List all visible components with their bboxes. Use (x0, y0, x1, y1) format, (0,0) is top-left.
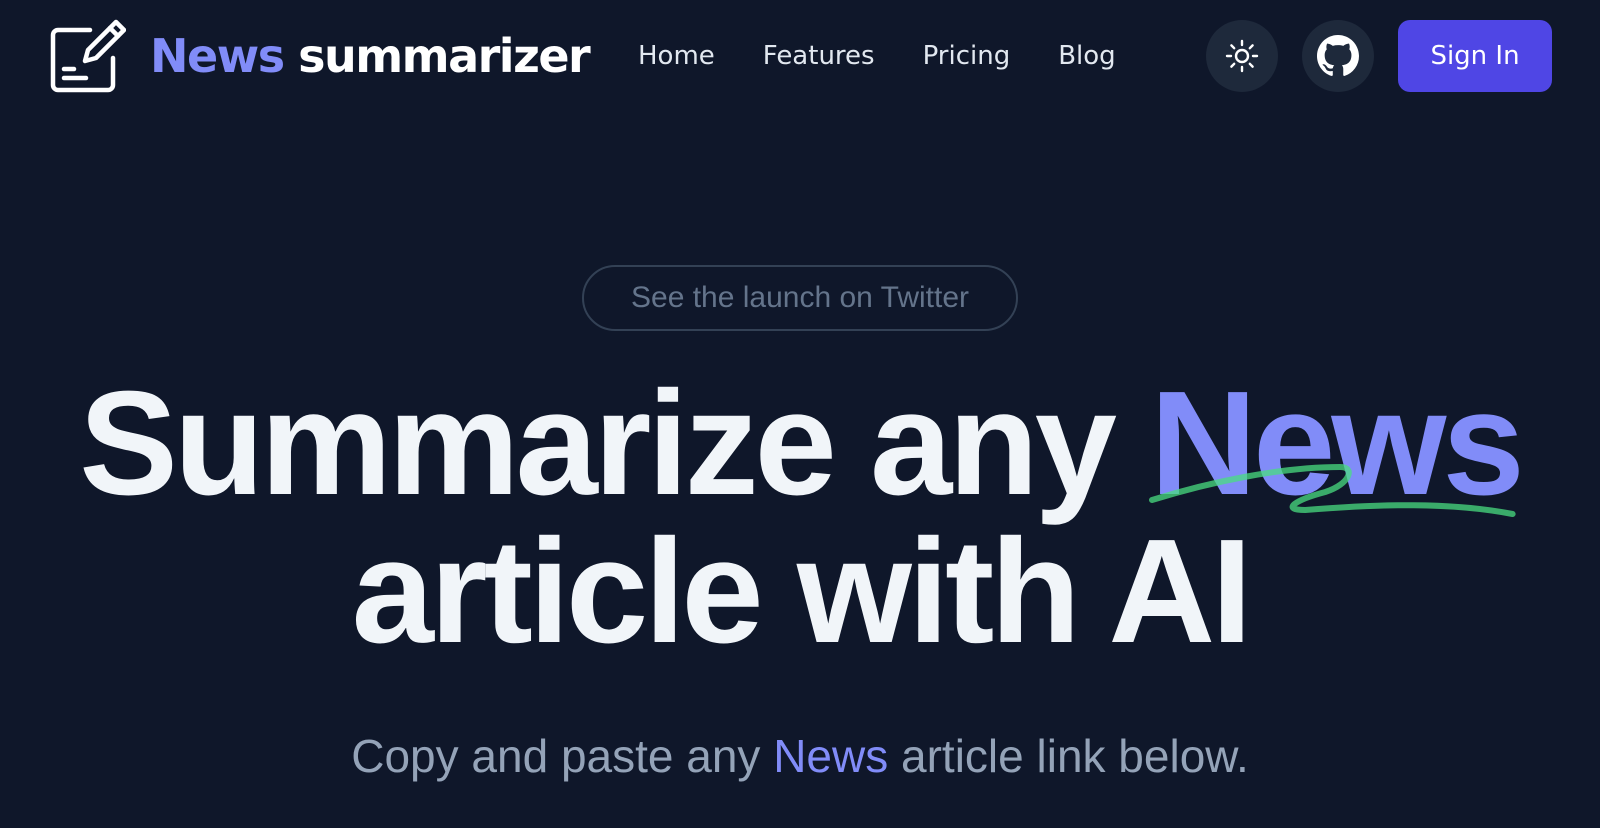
subtext-accent: News (773, 730, 889, 782)
headline-line-2: article with AI (351, 509, 1253, 674)
brand-name: News summarizer (150, 33, 591, 79)
headline-accent-word: News (1149, 370, 1525, 518)
nav-link-home[interactable]: Home (638, 36, 715, 76)
sun-icon (1225, 39, 1259, 73)
subtext-after: article link below. (901, 730, 1249, 782)
note-pencil-icon (50, 19, 126, 93)
nav-link-pricing[interactable]: Pricing (923, 36, 1011, 76)
brand-logo-link[interactable]: News summarizer (50, 18, 591, 94)
theme-toggle-button[interactable] (1206, 20, 1278, 92)
navbar: News summarizer Home Features Pricing Bl… (0, 0, 1600, 112)
headline-text-part1: Summarize any (79, 361, 1117, 526)
hero-subtext: Copy and paste any News article link bel… (0, 728, 1600, 784)
github-icon (1317, 35, 1359, 76)
launch-announcement-link[interactable]: See the launch on Twitter (582, 265, 1018, 331)
nav-link-blog[interactable]: Blog (1058, 36, 1115, 76)
headline-line-1: Summarize any News (0, 370, 1600, 518)
brand-name-accent: News (150, 29, 285, 83)
headline-accent-text: News (1150, 361, 1525, 526)
subtext-before: Copy and paste any (351, 730, 761, 782)
main-nav: Home Features Pricing Blog (638, 36, 1116, 76)
brand-name-rest: summarizer (298, 29, 591, 83)
nav-link-features[interactable]: Features (763, 36, 875, 76)
github-link[interactable] (1302, 20, 1374, 92)
sign-in-button[interactable]: Sign In (1398, 20, 1552, 92)
hero-headline: Summarize any News article with AI (0, 370, 1600, 666)
